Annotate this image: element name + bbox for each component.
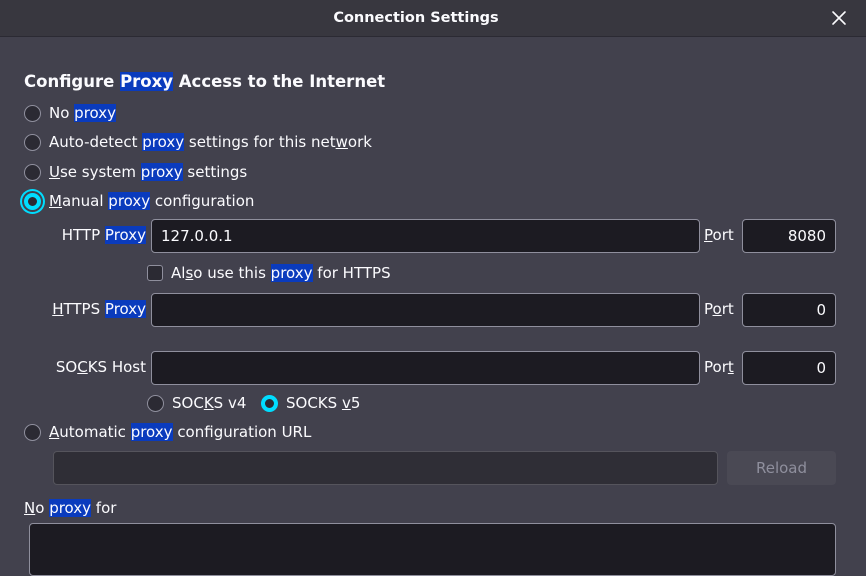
http-proxy-label: HTTP Proxy: [61, 226, 146, 244]
https-port-input[interactable]: 0: [742, 293, 836, 327]
https-proxy-input[interactable]: [151, 293, 700, 327]
radio-label: SOCKS v4: [172, 394, 247, 412]
connection-settings-dialog: Connection Settings Configure Proxy Acce…: [0, 0, 866, 576]
radio-label: SOCKS v5: [286, 394, 361, 412]
radio-label: Use system proxy settings: [49, 163, 248, 181]
radio-button-selected[interactable]: [24, 192, 41, 210]
radio-manual-proxy[interactable]: Manual proxy configuration: [24, 189, 254, 213]
radio-label: Auto-detect proxy settings for this netw…: [49, 133, 372, 151]
http-port-label: Port: [704, 226, 734, 244]
socks-port-label: Port: [704, 358, 734, 376]
radio-button[interactable]: [24, 133, 41, 151]
radio-label: No proxy: [49, 104, 117, 122]
http-port-input[interactable]: 8080: [742, 219, 836, 253]
radio-socks-v5[interactable]: SOCKS v5: [261, 391, 360, 415]
radio-button-selected[interactable]: [261, 394, 278, 412]
http-proxy-input[interactable]: 127.0.0.1: [151, 219, 700, 253]
https-proxy-label: HTTPS Proxy: [52, 300, 146, 318]
auto-config-url-input[interactable]: [53, 451, 718, 485]
heading-text-start: Configure: [24, 72, 121, 91]
radio-label: Manual proxy configuration: [49, 192, 255, 210]
no-proxy-for-textarea[interactable]: [29, 523, 836, 576]
checkbox-label: Also use this proxy for HTTPS: [171, 264, 391, 282]
reload-button[interactable]: Reload: [727, 451, 836, 485]
close-icon: [832, 11, 846, 25]
checkbox-box[interactable]: [147, 265, 163, 281]
https-port-label: Port: [704, 300, 734, 318]
radio-auto-detect[interactable]: Auto-detect proxy settings for this netw…: [24, 130, 372, 154]
section-heading: Configure Proxy Access to the Internet: [24, 72, 385, 91]
radio-label: Automatic proxy configuration URL: [49, 423, 312, 441]
socks-host-label: SOCKS Host: [55, 358, 146, 376]
socks-host-input[interactable]: [151, 351, 700, 385]
heading-highlight: Proxy: [120, 72, 174, 91]
close-button[interactable]: [826, 6, 852, 30]
socks-port-input[interactable]: 0: [742, 351, 836, 385]
radio-button[interactable]: [24, 104, 41, 122]
radio-button[interactable]: [24, 423, 41, 441]
no-proxy-for-label: No proxy for: [24, 499, 117, 517]
also-use-for-https-checkbox[interactable]: Also use this proxy for HTTPS: [147, 261, 391, 285]
radio-system-proxy[interactable]: Use system proxy settings: [24, 160, 247, 184]
radio-socks-v4[interactable]: SOCKS v4: [147, 391, 246, 415]
dialog-title: Connection Settings: [333, 10, 499, 26]
title-bar: Connection Settings: [0, 0, 866, 37]
radio-button[interactable]: [147, 394, 164, 412]
heading-text-end: Access to the Internet: [173, 72, 386, 91]
radio-button[interactable]: [24, 163, 41, 181]
radio-auto-config-url[interactable]: Automatic proxy configuration URL: [24, 420, 311, 444]
radio-no-proxy[interactable]: No proxy: [24, 101, 117, 125]
